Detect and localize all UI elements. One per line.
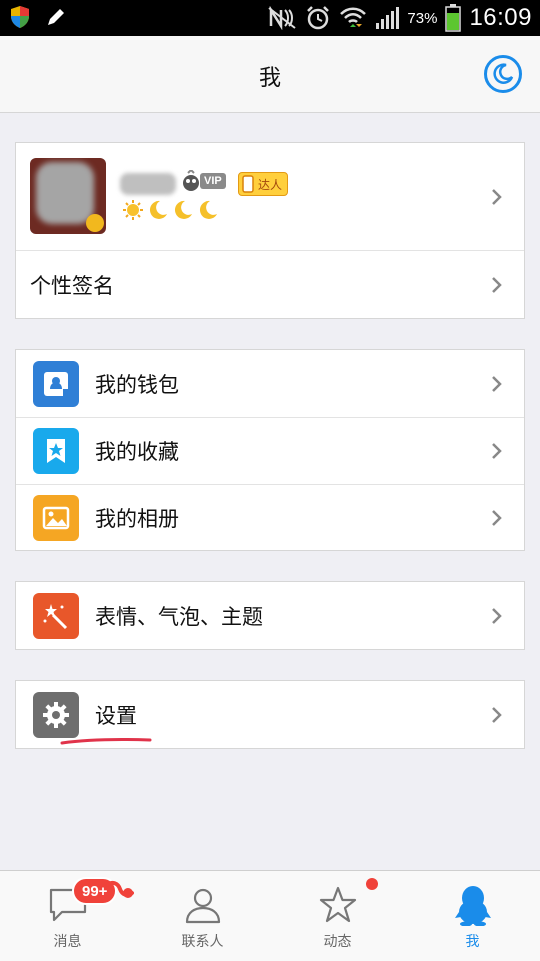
- contacts-person-icon: [185, 888, 220, 924]
- chevron-right-icon: [492, 443, 502, 459]
- tab-activity[interactable]: 动态: [270, 871, 405, 961]
- page-title: 我: [258, 66, 281, 91]
- tab-label: 联系人: [181, 934, 224, 950]
- tab-label: 动态: [323, 934, 352, 950]
- magic-wand-icon: [33, 592, 79, 639]
- qq-level: [122, 199, 219, 221]
- drag-clear-icon[interactable]: [104, 879, 134, 903]
- chevron-right-icon: [492, 510, 502, 526]
- night-mode-button[interactable]: [484, 55, 522, 93]
- talent-badge[interactable]: 达人: [238, 172, 289, 196]
- clock: 16:09: [469, 4, 532, 31]
- chevron-right-icon: [492, 607, 502, 624]
- wallet-icon: [33, 360, 79, 407]
- star-icon: [319, 886, 356, 923]
- chevron-right-icon: [492, 375, 502, 392]
- annotation-underline: [60, 737, 152, 745]
- moon-icon: [199, 200, 217, 219]
- new-activity-dot: [366, 878, 378, 890]
- menu-item-label: 设置: [95, 703, 137, 728]
- vip-penguin-icon: [183, 170, 199, 191]
- moon-icon: [493, 63, 514, 84]
- moon-icon: [149, 200, 167, 219]
- signature-label: 个性签名: [30, 273, 114, 298]
- wifi-icon: [340, 7, 367, 27]
- gear-icon: [33, 691, 79, 738]
- battery-icon: [445, 4, 462, 32]
- battery-percent: 73%: [407, 9, 438, 27]
- signal-icon: [376, 7, 400, 29]
- chevron-right-icon: [492, 706, 502, 723]
- status-bar: 73% 16:09: [0, 0, 540, 36]
- menu-item-label: 表情、气泡、主题: [95, 604, 263, 629]
- photo-album-icon: [33, 495, 79, 541]
- nav-bar: 我: [0, 36, 540, 113]
- signature-row[interactable]: 个性签名: [16, 250, 524, 318]
- sun-icon: [123, 200, 143, 220]
- pen-icon: [48, 9, 64, 25]
- chevron-right-icon: [492, 276, 502, 293]
- tab-contacts[interactable]: 联系人: [135, 871, 270, 961]
- menu-item-themes[interactable]: 表情、气泡、主题: [16, 582, 524, 649]
- menu-item-album[interactable]: 我的相册: [16, 484, 524, 551]
- security-shield-icon: [11, 6, 29, 28]
- favorites-star-icon: [33, 428, 79, 474]
- menu-group-personalization: 表情、气泡、主题: [15, 581, 525, 650]
- avatar[interactable]: [30, 158, 106, 234]
- profile-row[interactable]: VIP 达人: [16, 143, 524, 250]
- menu-group-personal: 我的钱包 我的收藏 我的相册: [15, 349, 525, 551]
- nickname-redacted: [120, 173, 176, 195]
- menu-item-label: 我的相册: [95, 507, 179, 531]
- menu-item-label: 我的收藏: [95, 440, 179, 464]
- profile-card: VIP 达人 个性签名: [15, 142, 525, 319]
- menu-item-label: 我的钱包: [95, 372, 179, 397]
- nfc-off-icon: [268, 6, 297, 30]
- tab-bar: 消息 99+ 联系人 动态 我: [0, 870, 540, 961]
- chevron-right-icon: [492, 188, 502, 205]
- alarm-icon: [307, 6, 330, 30]
- moon-icon: [174, 200, 192, 219]
- qq-penguin-icon: [454, 886, 491, 926]
- vip-badge: VIP: [180, 170, 226, 191]
- menu-item-wallet[interactable]: 我的钱包: [16, 350, 524, 417]
- menu-item-favorites[interactable]: 我的收藏: [16, 417, 524, 484]
- tab-label: 消息: [53, 934, 82, 950]
- phone-icon: [242, 175, 254, 193]
- tab-label: 我: [465, 934, 480, 950]
- tab-me[interactable]: 我: [405, 871, 540, 961]
